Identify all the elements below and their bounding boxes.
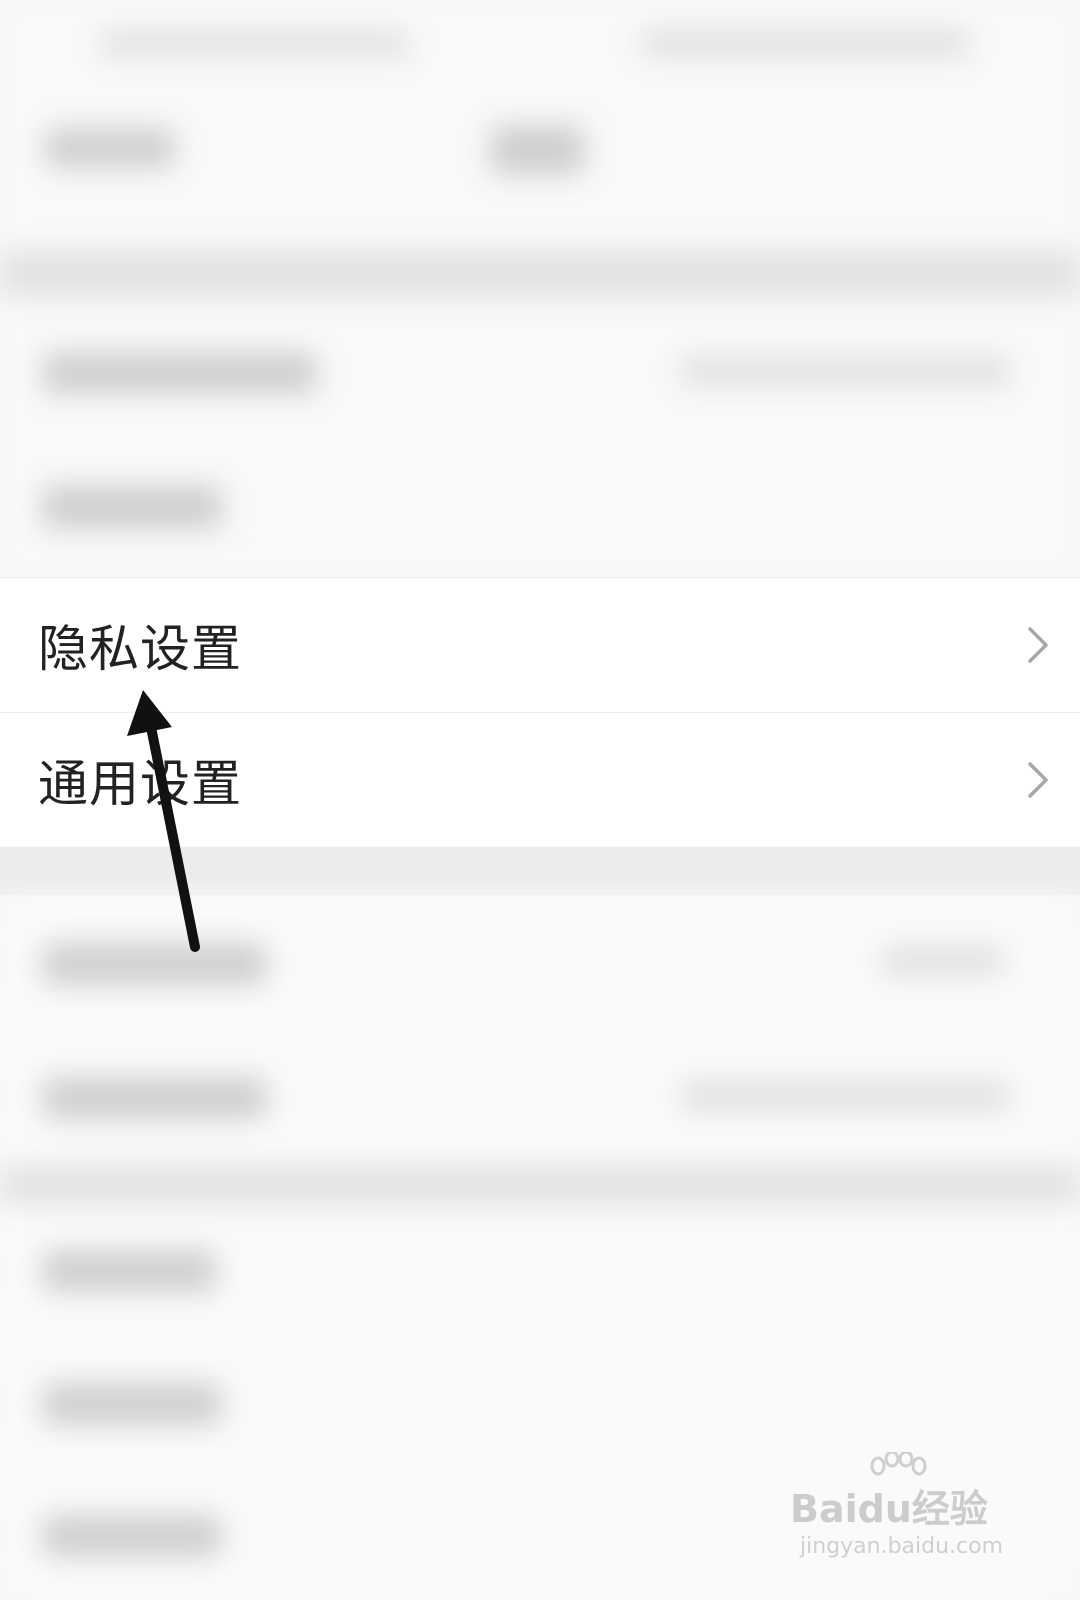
general-settings-row[interactable]: 通用设置 [0, 712, 1080, 846]
blurred-divider-band [0, 250, 1080, 298]
blurred-row-3-value [880, 945, 1005, 977]
baidu-watermark: Baidu经验 jingyan.baidu.com [790, 1452, 1020, 1562]
blurred-row-7-label [42, 1515, 222, 1557]
chevron-right-icon [1028, 761, 1048, 798]
blurred-status-right [640, 28, 970, 58]
blurred-row-3-label [42, 943, 267, 985]
chevron-right-icon [1028, 627, 1048, 663]
watermark-brand: Baidu经验 [790, 1487, 988, 1531]
watermark-url: jingyan.baidu.com [800, 1534, 1004, 1559]
settings-list: 隐私设置 通用设置 [0, 577, 1080, 846]
blurred-row-5-label [42, 1250, 217, 1292]
blurred-back-label [45, 128, 175, 168]
privacy-settings-label: 隐私设置 [38, 620, 242, 678]
blurred-row-4-value [680, 1080, 1010, 1112]
section-divider [0, 847, 1080, 895]
blurred-row-6-label [42, 1383, 222, 1425]
settings-screen: 隐私设置 通用设置 Baidu经验 jingyan.baidu.com [0, 0, 1080, 1600]
blurred-status-left [100, 30, 410, 58]
blurred-row-1-value [680, 355, 1010, 387]
blurred-row-4-label [42, 1077, 267, 1119]
general-settings-label: 通用设置 [38, 754, 242, 813]
blurred-row-1-label [42, 352, 317, 394]
blurred-divider-band [0, 1165, 1080, 1205]
privacy-settings-row[interactable]: 隐私设置 [0, 578, 1080, 712]
blurred-top-region [0, 0, 1080, 577]
blurred-row-2-label [42, 485, 222, 529]
blurred-page-title [490, 125, 585, 175]
